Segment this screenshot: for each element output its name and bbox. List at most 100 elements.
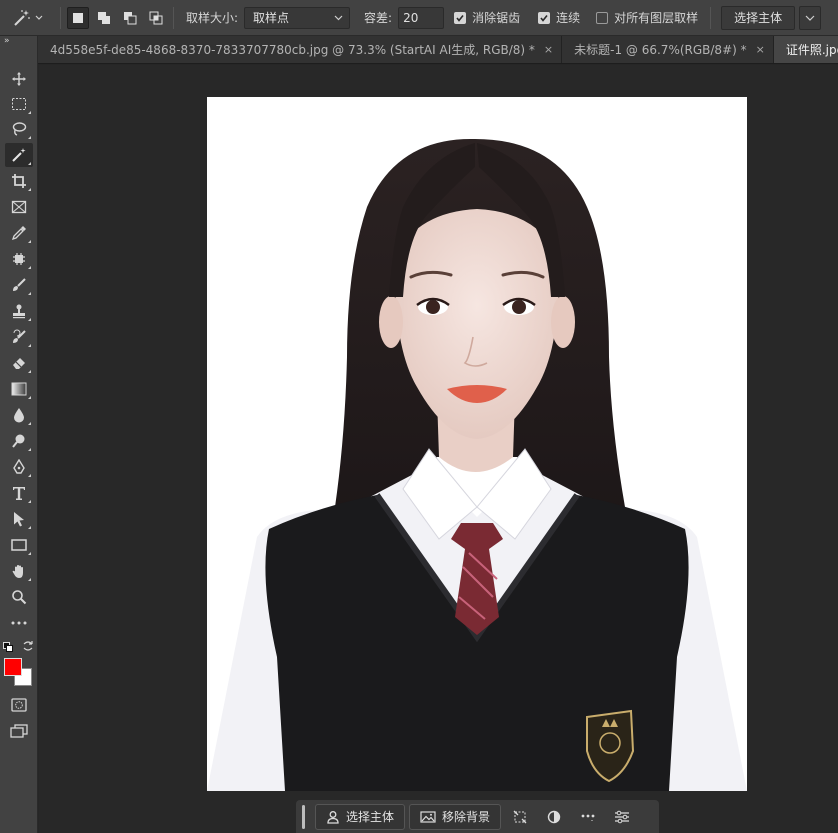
- tool-group-indicator: [28, 240, 31, 243]
- tool-group-indicator: [28, 162, 31, 165]
- lasso-tool[interactable]: [5, 117, 33, 141]
- new-selection-button[interactable]: [67, 6, 89, 29]
- ellipsis-icon: [11, 621, 27, 625]
- gradient-tool[interactable]: [5, 377, 33, 401]
- type-tool[interactable]: [5, 481, 33, 505]
- swap-arrows-icon: [23, 641, 33, 651]
- chevron-down-icon: [805, 15, 815, 21]
- drag-handle[interactable]: [302, 804, 305, 829]
- select-subject-task-button[interactable]: 选择主体: [315, 803, 406, 830]
- adjustment-button[interactable]: [539, 804, 569, 830]
- checkbox-checked-icon: [538, 11, 551, 24]
- anti-alias-label: 消除锯齿: [472, 11, 521, 25]
- eyedropper-tool[interactable]: [5, 221, 33, 245]
- intersect-selection-icon: [149, 11, 163, 24]
- add-selection-icon: [98, 11, 110, 24]
- tab-document-2[interactable]: 未标题-1 @ 66.7%(RGB/8#) * ×: [562, 36, 774, 63]
- tool-preset-picker[interactable]: [0, 0, 56, 36]
- remove-background-button[interactable]: 移除背景: [409, 803, 502, 830]
- contextual-task-bar: 选择主体 移除背景: [296, 800, 659, 833]
- path-selection-tool[interactable]: [5, 507, 33, 531]
- transform-icon: [513, 810, 527, 823]
- select-subject-dropdown[interactable]: [799, 5, 822, 30]
- dodge-tool[interactable]: [5, 429, 33, 453]
- chevron-down-icon: [35, 15, 43, 20]
- default-colors-button[interactable]: [3, 642, 13, 652]
- add-to-selection-button[interactable]: [93, 7, 115, 29]
- zoom-tool[interactable]: [5, 585, 33, 609]
- swap-colors-button[interactable]: [22, 640, 34, 652]
- rectangle-tool[interactable]: [5, 533, 33, 557]
- sample-size-select[interactable]: 取样点: [244, 6, 351, 29]
- tolerance-label: 容差:: [364, 11, 393, 25]
- id-photo-image: [207, 97, 747, 791]
- tolerance-input[interactable]: 20: [398, 6, 445, 29]
- sliders-icon: [615, 810, 630, 823]
- screen-mode-button[interactable]: [5, 719, 33, 743]
- gradient-icon: [11, 382, 27, 396]
- document-tabs: 4d558e5f-de85-4868-8370-7833707780cb.jpg…: [38, 36, 838, 64]
- crop-tool[interactable]: [5, 169, 33, 193]
- tool-group-indicator: [28, 578, 31, 581]
- eraser-tool[interactable]: [5, 351, 33, 375]
- tool-group-indicator: [28, 344, 31, 347]
- frame-tool[interactable]: [5, 195, 33, 219]
- bandage-icon: [13, 253, 25, 265]
- quick-mask-icon: [11, 698, 27, 712]
- blur-tool[interactable]: [5, 403, 33, 427]
- tab-document-1[interactable]: 4d558e5f-de85-4868-8370-7833707780cb.jpg…: [38, 36, 563, 63]
- taskbar-settings-button[interactable]: [607, 804, 637, 830]
- crop-icon: [12, 174, 26, 188]
- sample-size-label: 取样大小:: [186, 11, 239, 25]
- contiguous-label: 连续: [556, 11, 581, 25]
- collapse-toolbar-button[interactable]: »: [0, 36, 37, 48]
- brush-icon: [13, 278, 26, 291]
- eraser-icon: [13, 358, 25, 369]
- dodge-icon: [12, 434, 25, 448]
- move-icon: [12, 72, 26, 86]
- more-options-button[interactable]: [573, 804, 603, 830]
- clone-stamp-tool[interactable]: [5, 299, 33, 323]
- sample-all-layers-label: 对所有图层取样: [614, 11, 699, 25]
- anti-alias-checkbox[interactable]: 消除锯齿: [454, 9, 520, 26]
- tool-group-indicator: [28, 474, 31, 477]
- tool-group-indicator: [28, 188, 31, 191]
- move-tool[interactable]: [5, 67, 33, 91]
- tool-group-indicator: [28, 266, 31, 269]
- document-canvas[interactable]: [207, 97, 747, 791]
- close-icon[interactable]: ×: [544, 43, 553, 56]
- tab-label: 证件照.jpg @ 50% (图层 0: [785, 42, 838, 57]
- tab-document-3[interactable]: 证件照.jpg @ 50% (图层 0: [773, 36, 838, 63]
- history-brush-tool[interactable]: [5, 325, 33, 349]
- healing-brush-tool[interactable]: [5, 247, 33, 271]
- foreground-color-swatch[interactable]: [4, 658, 22, 676]
- brush-tool[interactable]: [5, 273, 33, 297]
- history-brush-icon: [13, 329, 26, 343]
- magic-wand-icon: [12, 148, 26, 162]
- half-circle-icon: [547, 810, 561, 823]
- intersect-selection-button[interactable]: [145, 7, 167, 29]
- tab-label: 4d558e5f-de85-4868-8370-7833707780cb.jpg…: [50, 42, 535, 57]
- zoom-icon: [12, 590, 27, 605]
- magic-wand-tool[interactable]: [5, 143, 33, 167]
- pen-tool[interactable]: [5, 455, 33, 479]
- sample-all-layers-checkbox[interactable]: 对所有图层取样: [596, 9, 698, 26]
- contiguous-checkbox[interactable]: 连续: [538, 9, 580, 26]
- tool-group-indicator: [28, 552, 31, 555]
- marquee-tool[interactable]: [5, 92, 33, 116]
- water-drop-icon: [14, 408, 24, 423]
- quick-mask-button[interactable]: [5, 693, 33, 717]
- more-tools-button[interactable]: [5, 611, 33, 635]
- hand-tool[interactable]: [5, 559, 33, 583]
- subtract-from-selection-button[interactable]: [119, 7, 141, 29]
- select-subject-button[interactable]: 选择主体: [721, 5, 796, 30]
- ellipsis-icon: [581, 814, 595, 821]
- image-icon: [420, 810, 436, 823]
- canvas-area[interactable]: [39, 65, 838, 833]
- chevron-down-icon: [334, 15, 343, 20]
- divider: [710, 6, 712, 29]
- transform-selection-button[interactable]: [505, 804, 535, 830]
- tool-group-indicator: [28, 422, 31, 425]
- close-icon[interactable]: ×: [756, 43, 765, 56]
- checkbox-unchecked-icon: [596, 11, 609, 24]
